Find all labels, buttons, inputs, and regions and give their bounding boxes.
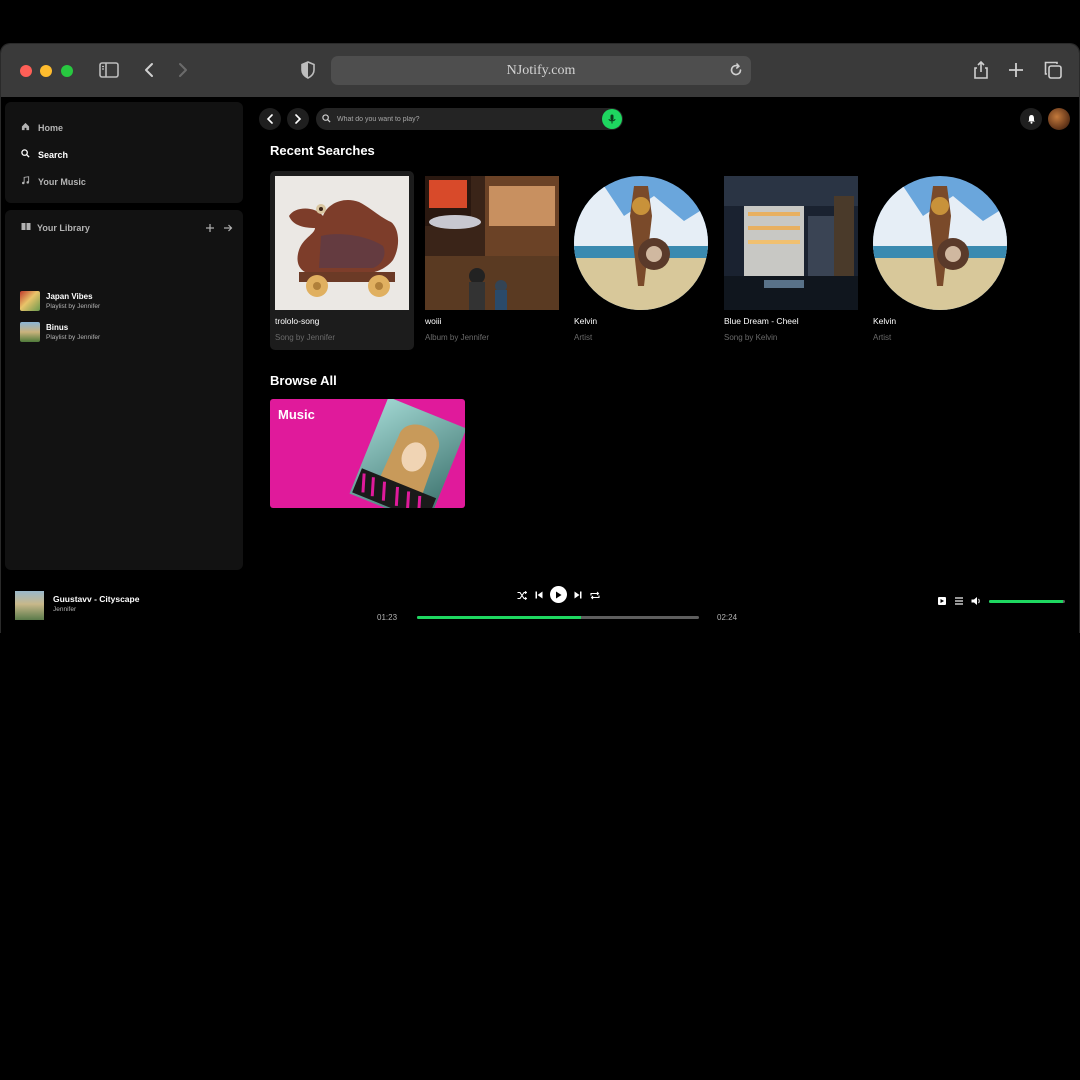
address-bar[interactable]: NJotify.com [331,56,751,85]
nav-your-music[interactable]: Your Music [21,176,86,187]
recent-card[interactable]: Kelvin Artist [569,171,713,350]
now-playing-view-icon[interactable] [936,595,948,607]
url-text: NJotify.com [506,62,576,78]
share-icon[interactable] [969,58,993,82]
search-input[interactable] [337,115,587,123]
progress-bar[interactable] [417,616,699,619]
card-subtitle: Album by Jennifer [425,333,490,342]
now-playing-thumbnail[interactable] [15,591,44,620]
previous-icon[interactable] [532,588,546,602]
artist-image [873,176,1007,310]
card-title: trololo-song [275,316,320,326]
search-bar[interactable] [316,108,623,130]
recent-searches-title: Recent Searches [270,143,375,158]
queue-icon[interactable] [953,595,965,607]
new-tab-icon[interactable] [1004,58,1028,82]
card-title: Blue Dream - Cheel [724,316,799,326]
volume-fill [989,600,1064,603]
browse-all-title: Browse All [270,373,337,388]
voice-search-button[interactable] [602,109,622,129]
volume-icon[interactable] [970,595,982,607]
card-title: Kelvin [574,316,598,326]
nav-home-label: Home [38,122,64,133]
cover-image [275,176,409,310]
playlist-thumbnail [20,322,40,342]
chevron-right-icon [295,114,302,124]
cover-image [425,176,559,310]
home-icon [21,122,30,133]
now-playing-title[interactable]: Guustavv - Cityscape [53,594,139,604]
recent-card[interactable]: trololo-song Song by Jennifer [270,171,414,350]
library-actions [205,220,233,238]
arrow-right-icon[interactable] [223,220,233,238]
repeat-icon[interactable] [588,588,602,602]
browser-toolbar: NJotify.com [1,44,1079,97]
next-icon[interactable] [571,588,585,602]
playlist-thumbnail [20,291,40,311]
play-icon [556,591,562,598]
total-time: 02:24 [717,613,738,622]
artist-image [574,176,708,310]
forward-button[interactable] [287,108,309,130]
card-title: Kelvin [873,316,897,326]
add-icon[interactable] [205,220,215,238]
nav-search-label: Search [38,149,69,160]
card-subtitle: Song by Kelvin [724,333,778,342]
shuffle-icon[interactable] [515,588,529,602]
nav-your-music-label: Your Music [38,176,86,187]
browser-window: NJotify.com Home Search Your Music Your … [0,43,1080,633]
avatar[interactable] [1048,108,1070,130]
library-item-subtitle: Playlist by Jennifer [46,303,101,310]
play-button[interactable] [550,586,567,603]
notifications-button[interactable] [1020,108,1042,130]
library-item-subtitle: Playlist by Jennifer [46,334,101,341]
player-bar: Guustavv - Cityscape Jennifer 01:23 02:2… [1,584,1079,633]
microphone-icon [608,114,616,124]
sidebar-toggle-icon[interactable] [97,58,121,82]
music-note-icon [21,176,30,187]
bell-icon [1027,115,1035,124]
browse-tile-music[interactable]: Music [270,399,465,508]
card-subtitle: Artist [574,333,593,342]
recent-card[interactable]: woiii Album by Jennifer [420,171,564,350]
chevron-left-icon [266,114,273,124]
recent-card[interactable]: Kelvin Artist [868,171,1012,350]
reload-icon[interactable] [727,61,745,84]
library-panel: Your Library Japan Vibes Playlist by Jen… [5,210,243,570]
library-item[interactable]: Binus Playlist by Jennifer [20,322,100,342]
card-title: woiii [425,316,442,326]
card-subtitle: Song by Jennifer [275,333,336,342]
volume-slider[interactable] [989,600,1065,603]
minimize-window-button[interactable] [40,65,52,77]
library-item-title: Japan Vibes [46,292,93,301]
library-item[interactable]: Japan Vibes Playlist by Jennifer [20,291,100,311]
nav-panel: Home Search Your Music [5,102,243,203]
back-button[interactable] [259,108,281,130]
cover-image [724,176,858,310]
album-art-icon [349,399,465,508]
progress-fill [417,616,581,619]
tab-overview-icon[interactable] [1041,58,1065,82]
shield-icon[interactable] [296,58,320,82]
recent-card[interactable]: Blue Dream - Cheel Song by Kelvin [719,171,863,350]
card-subtitle: Artist [873,333,892,342]
nav-search[interactable]: Search [21,149,68,160]
library-icon [21,222,31,233]
zoom-window-button[interactable] [61,65,73,77]
now-playing-artist[interactable]: Jennifer [53,606,76,613]
library-header[interactable]: Your Library [21,222,90,233]
search-icon [21,149,30,160]
back-chevron-icon[interactable] [137,58,161,82]
elapsed-time: 01:23 [377,613,398,622]
forward-chevron-icon[interactable] [171,58,195,82]
close-window-button[interactable] [20,65,32,77]
nav-home[interactable]: Home [21,122,63,133]
search-icon [322,110,331,128]
library-item-title: Binus [46,323,69,332]
library-title: Your Library [37,222,90,233]
